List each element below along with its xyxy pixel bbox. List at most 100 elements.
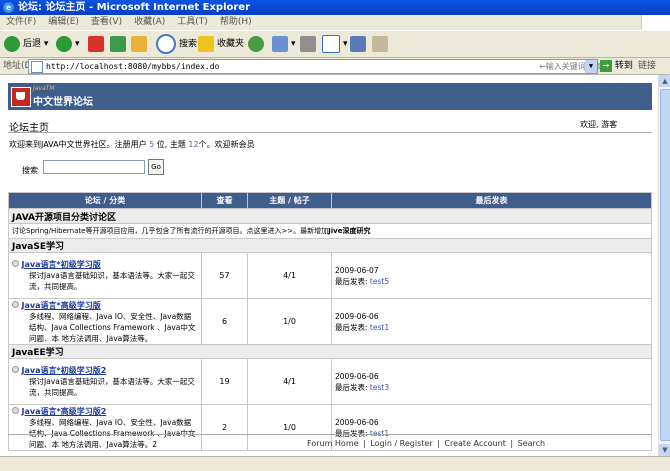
table-row: Java语言*初级学习版 探讨Java语言基础知识，基本语法等。大家一起交流，共同… bbox=[8, 252, 652, 299]
home-button[interactable] bbox=[131, 34, 150, 54]
category-row: JAVA开源项目分类讨论区 bbox=[8, 208, 652, 224]
print-icon bbox=[300, 35, 316, 52]
search-icon bbox=[156, 34, 176, 54]
go-label: 转到 bbox=[614, 61, 633, 71]
address-bar: 地址(D) http://localhost:8080/mybbs/index.… bbox=[0, 58, 670, 75]
brand-title: 中文世界论坛 bbox=[33, 97, 93, 108]
messenger-icon bbox=[372, 35, 388, 52]
last-post-user-link[interactable]: test1 bbox=[370, 429, 389, 438]
refresh-button[interactable] bbox=[110, 34, 129, 54]
go-arrow-icon: → bbox=[600, 60, 612, 72]
search-label: 搜索 bbox=[179, 39, 198, 50]
home-icon bbox=[131, 35, 147, 52]
discuss-button[interactable] bbox=[350, 34, 369, 54]
history-button[interactable] bbox=[248, 34, 267, 54]
menu-edit[interactable]: 编辑(E) bbox=[42, 15, 85, 30]
last-post-user-link[interactable]: test5 bbox=[370, 277, 389, 286]
category-desc-row: 讨论Spring/Hibernate等开源项目应用，几乎包含了所有流行的开源项目… bbox=[8, 223, 652, 239]
last-post-user-link[interactable]: test1 bbox=[370, 323, 389, 332]
footer-nav: Forum Home | Login / Register | Create A… bbox=[307, 439, 546, 448]
favorites-button[interactable]: 收藏夹 bbox=[198, 34, 244, 54]
messenger-button[interactable] bbox=[372, 34, 391, 54]
vertical-scrollbar[interactable]: ▲ ▼ bbox=[658, 75, 670, 456]
go-button[interactable]: → 转到 bbox=[600, 58, 633, 74]
forum-header: JavaTM 中文世界论坛 bbox=[8, 83, 652, 110]
stop-button[interactable] bbox=[88, 34, 107, 54]
back-button[interactable]: 后退 ▾ bbox=[4, 34, 48, 54]
topic-count: 12 bbox=[188, 140, 199, 149]
posts-cell: 1/0 bbox=[247, 298, 332, 345]
mail-button[interactable]: ▾ bbox=[272, 34, 296, 54]
status-bar bbox=[0, 456, 670, 471]
forum-cell: Java语言*高级学习版 多线程、网络编程、Java IO、安全性、Java数据结… bbox=[8, 298, 202, 345]
footer-login-link[interactable]: Login / Register bbox=[370, 439, 432, 448]
star-icon bbox=[198, 35, 214, 52]
table-row: Java语言*初级学习版2 探讨Java语言基础知识，基本语法等。大家一起交流，共… bbox=[8, 358, 652, 405]
search-go-button[interactable]: Go bbox=[148, 159, 164, 175]
forum-link[interactable]: Java语言*高级学习版2 bbox=[22, 407, 107, 416]
footer-create-account-link[interactable]: Create Account bbox=[444, 439, 505, 448]
divider bbox=[8, 132, 652, 133]
forum-cell: Java语言*初级学习版2 探讨Java语言基础知识，基本语法等。大家一起交流，共… bbox=[8, 358, 202, 405]
scroll-down-icon[interactable]: ▼ bbox=[659, 444, 670, 456]
page-content: JavaTM 中文世界论坛 论坛主页 欢迎, 游客 欢迎来到JAVA中文世界社区… bbox=[0, 75, 658, 456]
address-dropdown-icon[interactable]: ▼ bbox=[585, 60, 597, 73]
address-input[interactable]: http://localhost:8080/mybbs/index.do ←输入… bbox=[28, 59, 602, 74]
back-arrow-icon bbox=[4, 35, 20, 52]
links-button[interactable]: 链接 bbox=[638, 58, 656, 74]
search-input[interactable] bbox=[43, 160, 145, 174]
table-header-row: 论坛 / 分类 查看 主题 / 帖子 最后发表 bbox=[8, 192, 652, 209]
back-label: 后退 bbox=[23, 39, 42, 49]
section-title: JavaEE学习 bbox=[8, 344, 652, 359]
page-icon bbox=[31, 61, 43, 73]
category-desc: 讨论Spring/Hibernate等开源项目应用，几乎包含了所有流行的开源项目… bbox=[8, 223, 652, 239]
forward-button[interactable]: ▾ bbox=[56, 34, 80, 54]
print-button[interactable] bbox=[300, 34, 319, 54]
last-post-cell: 2009-06-07 最后发表: test5 bbox=[331, 252, 652, 299]
forum-table: 论坛 / 分类 查看 主题 / 帖子 最后发表 JAVA开源项目分类讨论区 讨论… bbox=[8, 192, 652, 451]
forum-cell: Java语言*高级学习版2 多线程、网络编程、Java IO、安全性、Java数据… bbox=[8, 404, 202, 451]
footer-forum-home-link[interactable]: Forum Home bbox=[307, 439, 359, 448]
menu-file[interactable]: 文件(F) bbox=[0, 15, 42, 30]
java-logo-icon bbox=[11, 87, 31, 107]
discuss-icon bbox=[350, 35, 366, 52]
menu-view[interactable]: 查看(V) bbox=[85, 15, 128, 30]
footer-divider bbox=[8, 434, 652, 435]
intro-text: 欢迎来到JAVA中文世界社区。注册用户 5 位, 主题 12个。欢迎新会员 bbox=[9, 140, 255, 149]
search-button[interactable]: 搜索 bbox=[156, 34, 197, 54]
edit-icon bbox=[322, 34, 340, 53]
refresh-icon bbox=[110, 35, 126, 52]
last-post-user-link[interactable]: test3 bbox=[370, 383, 389, 392]
section-row: JavaEE学习 bbox=[8, 344, 652, 359]
footer-search-link[interactable]: Search bbox=[518, 439, 545, 448]
forum-link[interactable]: Java语言*初级学习版 bbox=[22, 260, 101, 269]
forward-arrow-icon bbox=[56, 35, 72, 52]
menu-favorites[interactable]: 收藏(A) bbox=[128, 15, 171, 30]
brand-tagline: JavaTM bbox=[33, 85, 55, 92]
search-label: 搜索 bbox=[22, 166, 38, 175]
menu-help[interactable]: 帮助(H) bbox=[214, 15, 258, 30]
ie-icon: e bbox=[3, 2, 14, 13]
forum-status-icon bbox=[12, 300, 19, 308]
posts-cell: 4/1 bbox=[247, 252, 332, 299]
last-post-cell: 2009-06-06 最后发表: test3 bbox=[331, 358, 652, 405]
scroll-up-icon[interactable]: ▲ bbox=[659, 75, 670, 87]
col-views: 查看 bbox=[201, 192, 248, 209]
scroll-thumb[interactable] bbox=[660, 89, 670, 441]
menu-tools[interactable]: 工具(T) bbox=[171, 15, 214, 30]
menubar: 文件(F) 编辑(E) 查看(V) 收藏(A) 工具(T) 帮助(H) bbox=[0, 15, 670, 31]
favorites-label: 收藏夹 bbox=[217, 39, 245, 49]
section-title: JavaSE学习 bbox=[8, 238, 652, 253]
forum-link[interactable]: Java语言*初级学习版2 bbox=[22, 366, 107, 375]
edit-button[interactable]: ▾ bbox=[322, 34, 348, 54]
window-titlebar: e 论坛: 论坛主页 - Microsoft Internet Explorer bbox=[0, 0, 670, 15]
col-forum: 论坛 / 分类 bbox=[8, 192, 202, 209]
section-row: JavaSE学习 bbox=[8, 238, 652, 253]
col-topics: 主题 / 帖子 bbox=[247, 192, 332, 209]
history-icon bbox=[248, 35, 264, 52]
welcome-text: 欢迎, 游客 bbox=[580, 120, 618, 129]
forum-cell: Java语言*初级学习版 探讨Java语言基础知识，基本语法等。大家一起交流，共同… bbox=[8, 252, 202, 299]
keyword-search-hint: ←输入关键词搜索 bbox=[539, 62, 602, 71]
category-title: JAVA开源项目分类讨论区 bbox=[8, 208, 652, 224]
forum-link[interactable]: Java语言*高级学习版 bbox=[22, 301, 101, 310]
